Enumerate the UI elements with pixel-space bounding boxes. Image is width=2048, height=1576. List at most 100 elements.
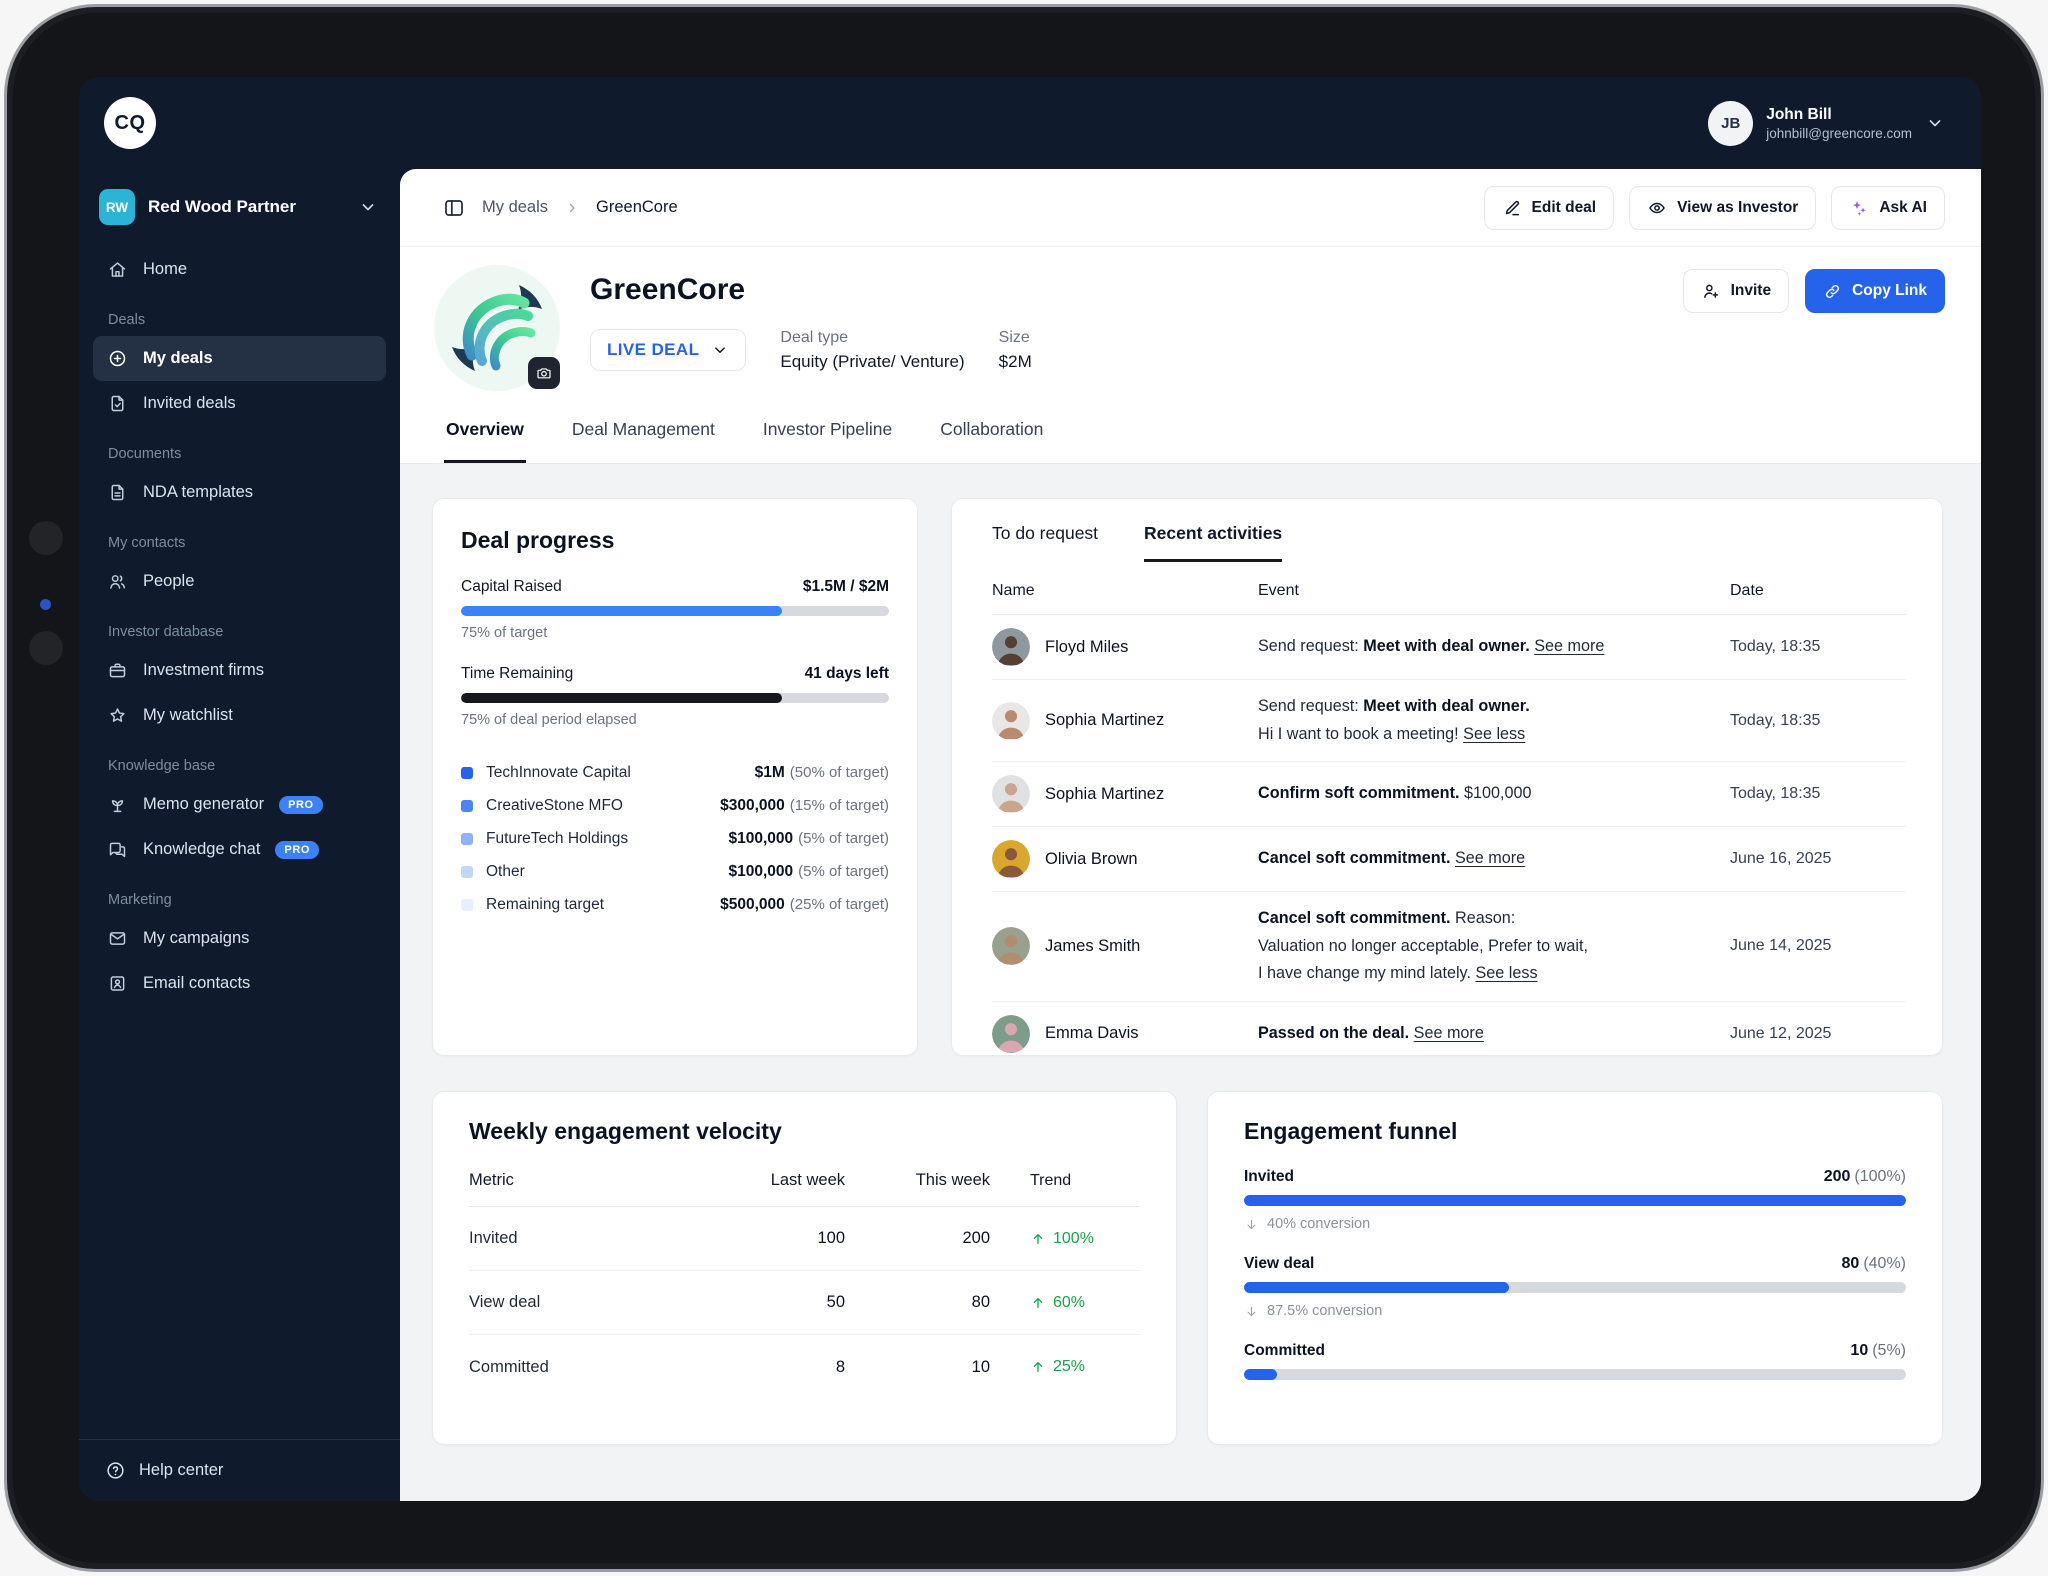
sidebar-item-label: Memo generator <box>143 795 265 813</box>
eye-icon <box>1649 202 1665 213</box>
avatar <box>992 775 1030 814</box>
sidebar-item-label: Invited deals <box>143 394 236 412</box>
deal-size-block: Size $2M <box>999 329 1032 372</box>
breadcrumb-parent[interactable]: My deals <box>482 198 548 217</box>
person-plus-icon <box>1701 281 1721 301</box>
ask-ai-button[interactable]: Ask AI <box>1831 185 1945 230</box>
dashboard: Deal progress Capital Raised $1.5M / $2M … <box>400 464 1981 1501</box>
deal-tabs: Overview Deal Management Investor Pipeline… <box>400 393 1981 464</box>
tab-collaboration[interactable]: Collaboration <box>938 419 1045 463</box>
deal-icon <box>109 350 126 367</box>
trend-up: 100% <box>990 1230 1140 1248</box>
main-content: My deals GreenCore Edit deal View as Inv… <box>400 169 1981 1501</box>
legend-item: Other $100,000 (5% of target) <box>461 855 889 888</box>
pro-badge: PRO <box>275 840 320 859</box>
user-name: John Bill <box>1766 105 1832 123</box>
sidebar-item-help-center[interactable]: Help center <box>79 1439 400 1501</box>
sidebar-item-label: My watchlist <box>143 706 233 724</box>
legend-item: Remaining target $500,000 (25% of target) <box>461 888 889 921</box>
contact-icon <box>110 976 125 991</box>
activity-name: Sophia Martinez <box>992 775 1258 814</box>
app-logo: CQ <box>104 97 156 149</box>
arrow-down-icon <box>1247 1219 1256 1229</box>
tab-overview[interactable]: Overview <box>444 419 526 463</box>
deal-info: GreenCore LIVE DEAL Deal type Equity (Pr… <box>590 263 1032 372</box>
sidebar-section-marketing: Marketing <box>108 892 172 908</box>
tab-investor-pipeline[interactable]: Investor Pipeline <box>761 419 894 463</box>
sidebar-item-home[interactable]: Home <box>93 247 386 292</box>
activity-event: Send request: Meet with deal owner. Hi I … <box>1258 697 1530 743</box>
deal-type-block: Deal type Equity (Private/ Venture) <box>780 329 964 372</box>
deal-title: GreenCore <box>590 273 746 306</box>
deal-status-dropdown[interactable]: LIVE DEAL <box>590 329 747 371</box>
sidebar-item-knowledge-chat[interactable]: Knowledge chat PRO <box>93 827 386 872</box>
deal-progress-card: Deal progress Capital Raised $1.5M / $2M … <box>432 498 918 1056</box>
sidebar-item-label: Home <box>143 260 188 278</box>
activities-tab-recent-activities[interactable]: Recent activities <box>1144 523 1283 562</box>
sidebar-section-my-contacts: My contacts <box>108 535 186 551</box>
user-menu[interactable]: JB John Bill johnbill@greencore.com <box>1708 100 1945 146</box>
copy-link-button[interactable]: Copy Link <box>1805 269 1945 313</box>
legend-item: TechInnovate Capital $1M (50% of target) <box>461 756 889 789</box>
sidebar-item-people[interactable]: People <box>93 559 386 604</box>
progress-track <box>461 606 889 616</box>
arrow-up-icon <box>1033 1362 1043 1372</box>
sidebar-item-my-deals[interactable]: My deals <box>93 336 386 381</box>
breadcrumb: My deals GreenCore <box>442 196 678 220</box>
chat-icon <box>109 842 126 858</box>
sidebar-item-invited-deals[interactable]: Invited deals <box>93 381 386 426</box>
breadcrumb-current: GreenCore <box>596 198 678 216</box>
activity-date: June 14, 2025 <box>1730 937 1832 955</box>
sidebar-item-memo-generator[interactable]: Memo generator PRO <box>93 782 386 827</box>
invite-button[interactable]: Invite <box>1682 269 1790 313</box>
see-more-link[interactable]: See less <box>1463 725 1525 743</box>
legend-swatch <box>461 832 473 845</box>
trend-up: 60% <box>990 1294 1140 1312</box>
sidebar-item-my-watchlist[interactable]: My watchlist <box>93 693 386 738</box>
sidebar-item-label: People <box>143 572 195 590</box>
tab-deal-management[interactable]: Deal Management <box>570 419 717 463</box>
sidebar-item-nda-templates[interactable]: NDA templates <box>93 470 386 515</box>
link-icon <box>1826 284 1840 298</box>
activity-event: Confirm soft commitment. $100,000 <box>1258 784 1532 803</box>
pro-badge: PRO <box>279 795 323 814</box>
sidebar-item-email-contacts[interactable]: Email contacts <box>93 961 386 1006</box>
activity-date: Today, 18:35 <box>1730 785 1821 803</box>
avatar <box>992 1014 1030 1053</box>
view-as-investor-button[interactable]: View as Investor <box>1629 185 1817 230</box>
home-icon <box>109 262 126 277</box>
sidebar: RW Red Wood Partner Home Deals My deals … <box>79 169 400 1501</box>
see-more-link[interactable]: See more <box>1455 849 1525 867</box>
sidebar-item-investment-firms[interactable]: Investment firms <box>93 648 386 693</box>
legend-swatch <box>461 898 473 911</box>
change-photo-button[interactable] <box>528 357 560 389</box>
app-logo-text: CQ <box>114 111 146 134</box>
sidebar-toggle-icon[interactable] <box>442 196 466 220</box>
activities-tab-to-do-request[interactable]: To do request <box>992 523 1098 562</box>
legend-swatch <box>461 799 473 812</box>
see-more-link[interactable]: See more <box>1414 1024 1484 1042</box>
see-more-link[interactable]: See more <box>1534 637 1604 655</box>
sidebar-nav: Home Deals My deals Invited deals Docume… <box>79 233 400 1439</box>
velocity-table-body: Invited 100 200 100% View deal 50 80 60%… <box>469 1207 1140 1399</box>
sidebar-item-my-campaigns[interactable]: My campaigns <box>93 916 386 961</box>
funnel-stage-committed: Committed 10 (5%) <box>1244 1342 1906 1380</box>
workspace-name: Red Wood Partner <box>148 197 296 216</box>
workspace-switcher[interactable]: RW Red Wood Partner <box>79 169 400 233</box>
activity-name: Sophia Martinez <box>992 701 1258 740</box>
deal-actions: Invite Copy Link <box>1682 263 1945 313</box>
file-icon <box>111 484 124 501</box>
see-more-link[interactable]: See less <box>1475 964 1537 982</box>
help-icon <box>105 1460 126 1481</box>
activities-table-header: Name Event Date <box>992 562 1906 615</box>
star-icon <box>110 708 125 722</box>
header-actions: Edit deal View as Investor Ask AI <box>1483 185 1945 230</box>
edit-deal-button[interactable]: Edit deal <box>1483 185 1615 230</box>
deal-header: GreenCore LIVE DEAL Deal type Equity (Pr… <box>400 247 1981 393</box>
activity-row: Olivia Brown Cancel soft commitment. See… <box>992 827 1906 893</box>
sidebar-item-label: Knowledge chat <box>143 840 261 858</box>
activity-date: June 12, 2025 <box>1730 1024 1832 1042</box>
sidebar-item-label: My campaigns <box>143 929 250 947</box>
activity-event: Cancel soft commitment. See more <box>1258 849 1526 868</box>
avatar <box>992 701 1030 740</box>
